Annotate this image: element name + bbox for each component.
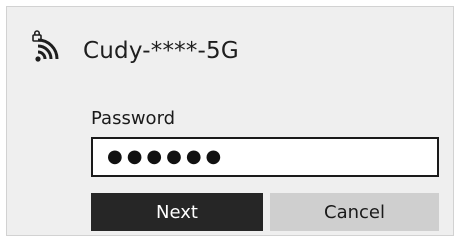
cancel-button-label: Cancel [324,201,385,223]
next-button[interactable]: Next [91,193,263,231]
wifi-connect-panel: Cudy-****-5G Password ●●●●●● Next Cancel [6,6,454,236]
network-name: Cudy-****-5G [83,38,239,64]
wifi-secured-icon [32,30,59,62]
cancel-button[interactable]: Cancel [270,193,439,231]
password-masked-value: ●●●●●● [107,146,226,167]
password-label: Password [91,108,176,129]
next-button-label: Next [156,201,198,223]
password-field[interactable]: ●●●●●● [91,137,439,177]
